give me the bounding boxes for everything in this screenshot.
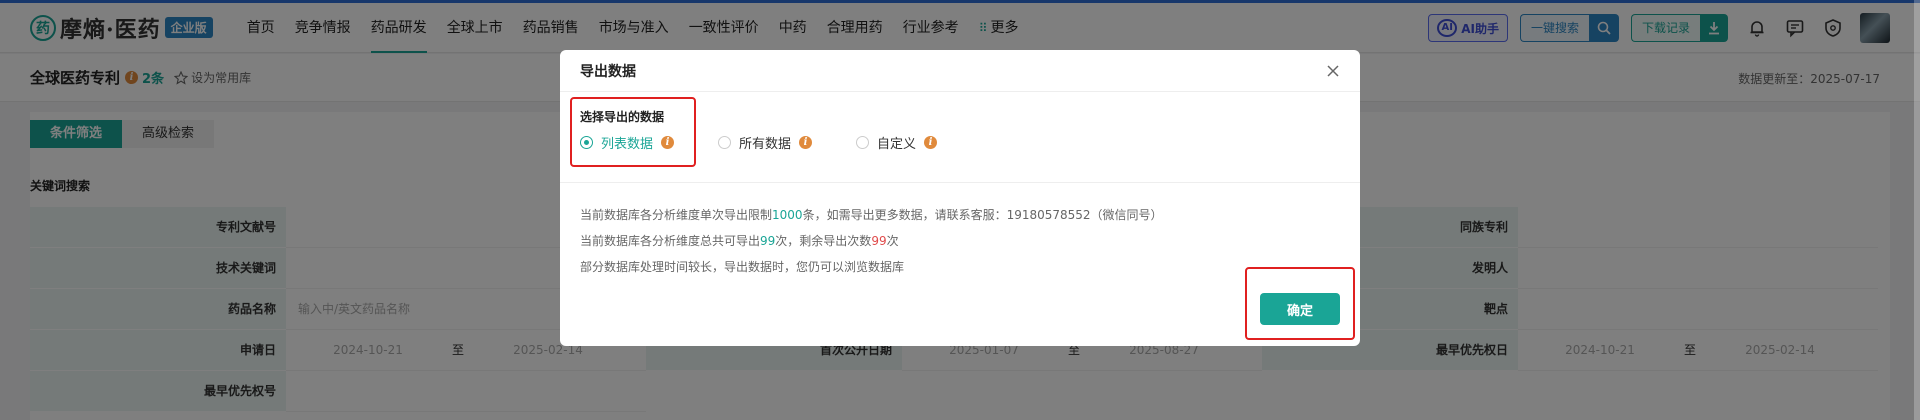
dialog-header: 导出数据 xyxy=(560,50,1360,92)
page-scrollbar[interactable] xyxy=(1914,0,1920,420)
limit-value: 1000 xyxy=(772,208,803,222)
total-count: 99 xyxy=(760,234,776,248)
info-icon[interactable]: i xyxy=(799,135,813,149)
close-icon[interactable] xyxy=(1326,64,1340,78)
radio-unchecked-icon xyxy=(856,135,870,149)
dialog-divider xyxy=(560,182,1360,183)
note-text: 当前数据库各分析维度总共可导出 xyxy=(580,234,761,248)
note-processing: 部分数据库处理时间较长，导出数据时，您仍可以浏览数据库 xyxy=(580,260,905,274)
annotation-box-confirm xyxy=(1245,267,1355,340)
radio-all-data[interactable]: 所有数据 i xyxy=(718,133,813,152)
radio-unchecked-icon xyxy=(718,135,732,149)
export-data-dialog: 导出数据 选择导出的数据 列表数据 i 所有数据 i 自定义 i 当前数据库各分… xyxy=(560,50,1360,346)
note-text: 条，如需导出更多数据，请联系客服：19180578552（微信同号） xyxy=(802,208,1163,222)
radio-custom-label: 自定义 xyxy=(877,136,917,152)
annotation-box-scope xyxy=(570,97,696,167)
radio-all-data-label: 所有数据 xyxy=(739,136,792,152)
note-text: 次 xyxy=(886,234,899,248)
note-total-limit: 当前数据库各分析维度总共可导出99次，剩余导出次数99次 xyxy=(580,228,1163,254)
info-icon[interactable]: i xyxy=(924,135,938,149)
dialog-title: 导出数据 xyxy=(580,63,636,80)
remaining-count: 99 xyxy=(871,234,887,248)
export-notes: 当前数据库各分析维度单次导出限制1000条，如需导出更多数据，请联系客服：191… xyxy=(580,202,1163,280)
note-text: 当前数据库各分析维度单次导出限制 xyxy=(580,208,773,222)
note-single-limit: 当前数据库各分析维度单次导出限制1000条，如需导出更多数据，请联系客服：191… xyxy=(580,202,1163,228)
note-text: 次，剩余导出次数 xyxy=(775,234,872,248)
radio-custom[interactable]: 自定义 i xyxy=(856,133,938,152)
